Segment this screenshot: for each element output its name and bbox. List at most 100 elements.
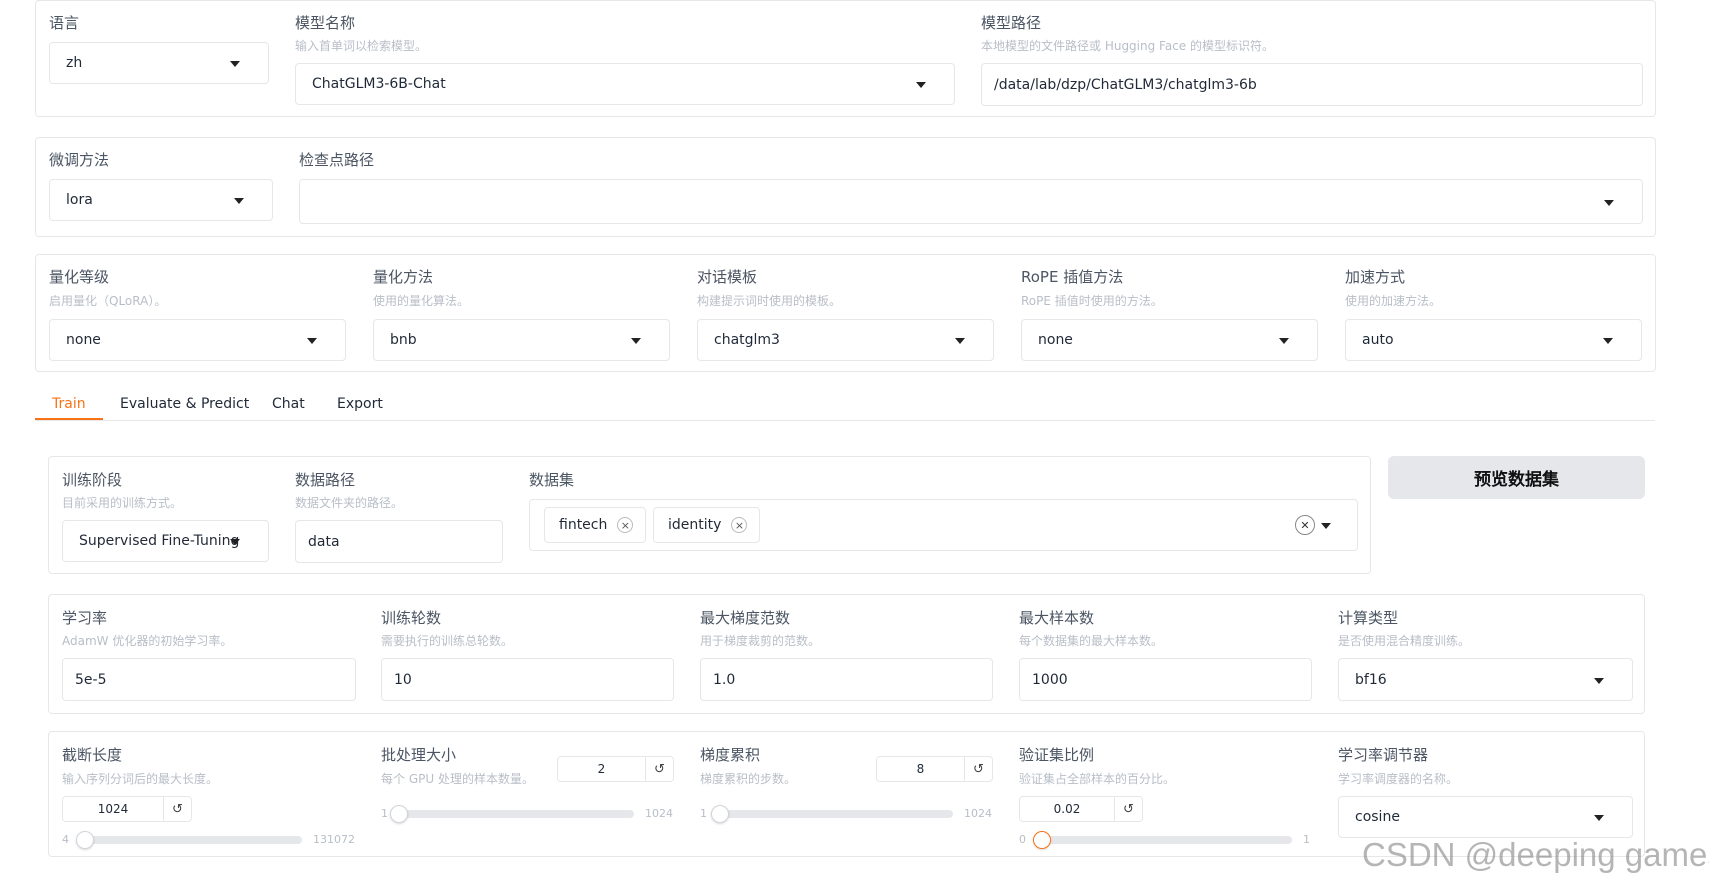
tab-export[interactable]: Export xyxy=(337,396,383,412)
quant-method-label: 量化方法 xyxy=(373,268,434,286)
number-value: 8 xyxy=(916,762,925,776)
compute-type-dropdown[interactable]: bf16 xyxy=(1338,658,1633,701)
val-size-number[interactable]: 0.02 ↺ xyxy=(1019,796,1143,822)
batch-size-number[interactable]: 2 ↺ xyxy=(557,756,674,782)
grad-accum-label: 梯度累积 xyxy=(700,746,761,764)
max-samples-label: 最大样本数 xyxy=(1019,609,1095,627)
chip-label: identity xyxy=(668,517,722,533)
batch-size-slider-track[interactable] xyxy=(396,810,634,818)
template-info: 构建提示词时使用的模板。 xyxy=(697,294,842,308)
active-tab-indicator xyxy=(35,418,103,420)
checkpoint-dropdown[interactable] xyxy=(299,179,1643,224)
max-grad-norm-label: 最大梯度范数 xyxy=(700,609,791,627)
template-label: 对话模板 xyxy=(697,268,758,286)
cutoff-len-slider-thumb[interactable] xyxy=(75,831,94,849)
val-size-max: 1 xyxy=(1303,833,1310,846)
batch-size-label: 批处理大小 xyxy=(381,746,457,764)
max-grad-norm-input[interactable]: 1.0 xyxy=(700,658,993,701)
grad-accum-number[interactable]: 8 ↺ xyxy=(876,756,993,782)
rope-label: RoPE 插值方法 xyxy=(1021,268,1124,286)
grad-accum-max: 1024 xyxy=(964,807,992,820)
learning-rate-input[interactable]: 5e-5 xyxy=(62,658,356,701)
number-value: 0.02 xyxy=(1053,802,1081,816)
number-value: 2 xyxy=(597,762,606,776)
quant-bit-info: 启用量化（QLoRA）。 xyxy=(49,294,167,308)
stage-label: 训练阶段 xyxy=(62,471,123,489)
model-name-dropdown[interactable]: ChatGLM3-6B-Chat xyxy=(295,63,955,105)
cutoff-len-info: 输入序列分词后的最大长度。 xyxy=(62,772,219,786)
model-name-label: 模型名称 xyxy=(295,14,356,32)
max-grad-norm-info: 用于梯度裁剪的范数。 xyxy=(700,634,821,648)
cutoff-len-number[interactable]: 1024 ↺ xyxy=(62,796,192,822)
quant-bit-label: 量化等级 xyxy=(49,268,110,286)
lr-scheduler-dropdown[interactable]: cosine xyxy=(1338,796,1633,838)
template-dropdown[interactable]: chatglm3 xyxy=(697,319,994,361)
preview-dataset-button[interactable]: 预览数据集 xyxy=(1388,456,1645,499)
cutoff-len-slider-track[interactable] xyxy=(80,836,302,844)
stage-info: 目前采用的训练方式。 xyxy=(62,496,183,510)
lang-dropdown[interactable]: zh xyxy=(49,42,269,84)
model-path-info: 本地模型的文件路径或 Hugging Face 的模型标识符。 xyxy=(981,39,1274,53)
batch-size-min: 1 xyxy=(381,807,388,820)
dataset-label: 数据集 xyxy=(529,471,575,489)
quant-method-dropdown[interactable]: bnb xyxy=(373,319,670,361)
number-value: 1024 xyxy=(97,802,129,816)
cutoff-len-min: 4 xyxy=(62,833,69,846)
learning-rate-label: 学习率 xyxy=(62,609,108,627)
lr-scheduler-label: 学习率调节器 xyxy=(1338,746,1429,764)
booster-label: 加速方式 xyxy=(1345,268,1406,286)
grad-accum-slider-thumb[interactable] xyxy=(710,805,729,823)
checkpoint-label: 检查点路径 xyxy=(299,151,375,169)
remove-icon[interactable]: × xyxy=(731,517,748,533)
val-size-min: 0 xyxy=(1019,833,1026,846)
batch-size-max: 1024 xyxy=(645,807,673,820)
cutoff-len-max: 131072 xyxy=(313,833,355,846)
watermark: CSDN @deeping games xyxy=(1362,836,1709,873)
reset-icon[interactable]: ↺ xyxy=(964,757,992,781)
booster-info: 使用的加速方法。 xyxy=(1345,294,1442,308)
dataset-chip-identity: identity × xyxy=(653,507,761,543)
reset-icon[interactable]: ↺ xyxy=(645,757,673,781)
val-size-slider-track[interactable] xyxy=(1034,836,1292,844)
batch-size-info: 每个 GPU 处理的样本数量。 xyxy=(381,772,534,786)
max-samples-input[interactable]: 1000 xyxy=(1019,658,1312,701)
rope-dropdown[interactable]: none xyxy=(1021,319,1318,361)
compute-type-label: 计算类型 xyxy=(1338,609,1399,627)
stage-dropdown[interactable]: Supervised Fine-Tuning xyxy=(62,520,269,562)
epochs-label: 训练轮数 xyxy=(381,609,442,627)
finetune-method-label: 微调方法 xyxy=(49,151,110,169)
reset-icon[interactable]: ↺ xyxy=(1114,797,1142,821)
quant-bit-dropdown[interactable]: none xyxy=(49,319,346,361)
chevron-down-icon[interactable] xyxy=(1321,523,1331,529)
grad-accum-info: 梯度累积的步数。 xyxy=(700,772,797,786)
finetune-method-dropdown[interactable]: lora xyxy=(49,179,273,221)
model-name-info: 输入首单词以检索模型。 xyxy=(295,39,428,53)
epochs-info: 需要执行的训练总轮数。 xyxy=(381,634,514,648)
rope-info: RoPE 插值时使用的方法。 xyxy=(1021,294,1163,308)
grad-accum-slider-track[interactable] xyxy=(715,810,953,818)
val-size-info: 验证集占全部样本的百分比。 xyxy=(1019,772,1176,786)
reset-icon[interactable]: ↺ xyxy=(163,797,191,821)
lang-label: 语言 xyxy=(49,14,80,32)
quant-method-info: 使用的量化算法。 xyxy=(373,294,470,308)
remove-icon[interactable]: × xyxy=(617,517,634,533)
compute-type-info: 是否使用混合精度训练。 xyxy=(1338,634,1471,648)
dataset-dir-info: 数据文件夹的路径。 xyxy=(295,496,404,510)
model-path-label: 模型路径 xyxy=(981,14,1042,32)
grad-accum-min: 1 xyxy=(700,807,707,820)
dataset-dir-label: 数据路径 xyxy=(295,471,356,489)
clear-all-icon[interactable]: ✕ xyxy=(1295,515,1315,535)
max-samples-info: 每个数据集的最大样本数。 xyxy=(1019,634,1164,648)
model-path-input[interactable]: /data/lab/dzp/ChatGLM3/chatglm3-6b xyxy=(981,63,1643,106)
epochs-input[interactable]: 10 xyxy=(381,658,674,701)
tab-chat[interactable]: Chat xyxy=(272,396,305,412)
tab-evaluate-predict[interactable]: Evaluate & Predict xyxy=(120,396,249,412)
val-size-label: 验证集比例 xyxy=(1019,746,1095,764)
dataset-dir-input[interactable]: data xyxy=(295,520,503,563)
chip-label: fintech xyxy=(559,517,608,533)
booster-dropdown[interactable]: auto xyxy=(1345,319,1642,361)
lr-scheduler-info: 学习率调度器的名称。 xyxy=(1338,772,1459,786)
tab-train[interactable]: Train xyxy=(52,396,86,412)
cutoff-len-label: 截断长度 xyxy=(62,746,123,764)
dataset-chip-fintech: fintech × xyxy=(544,507,647,543)
